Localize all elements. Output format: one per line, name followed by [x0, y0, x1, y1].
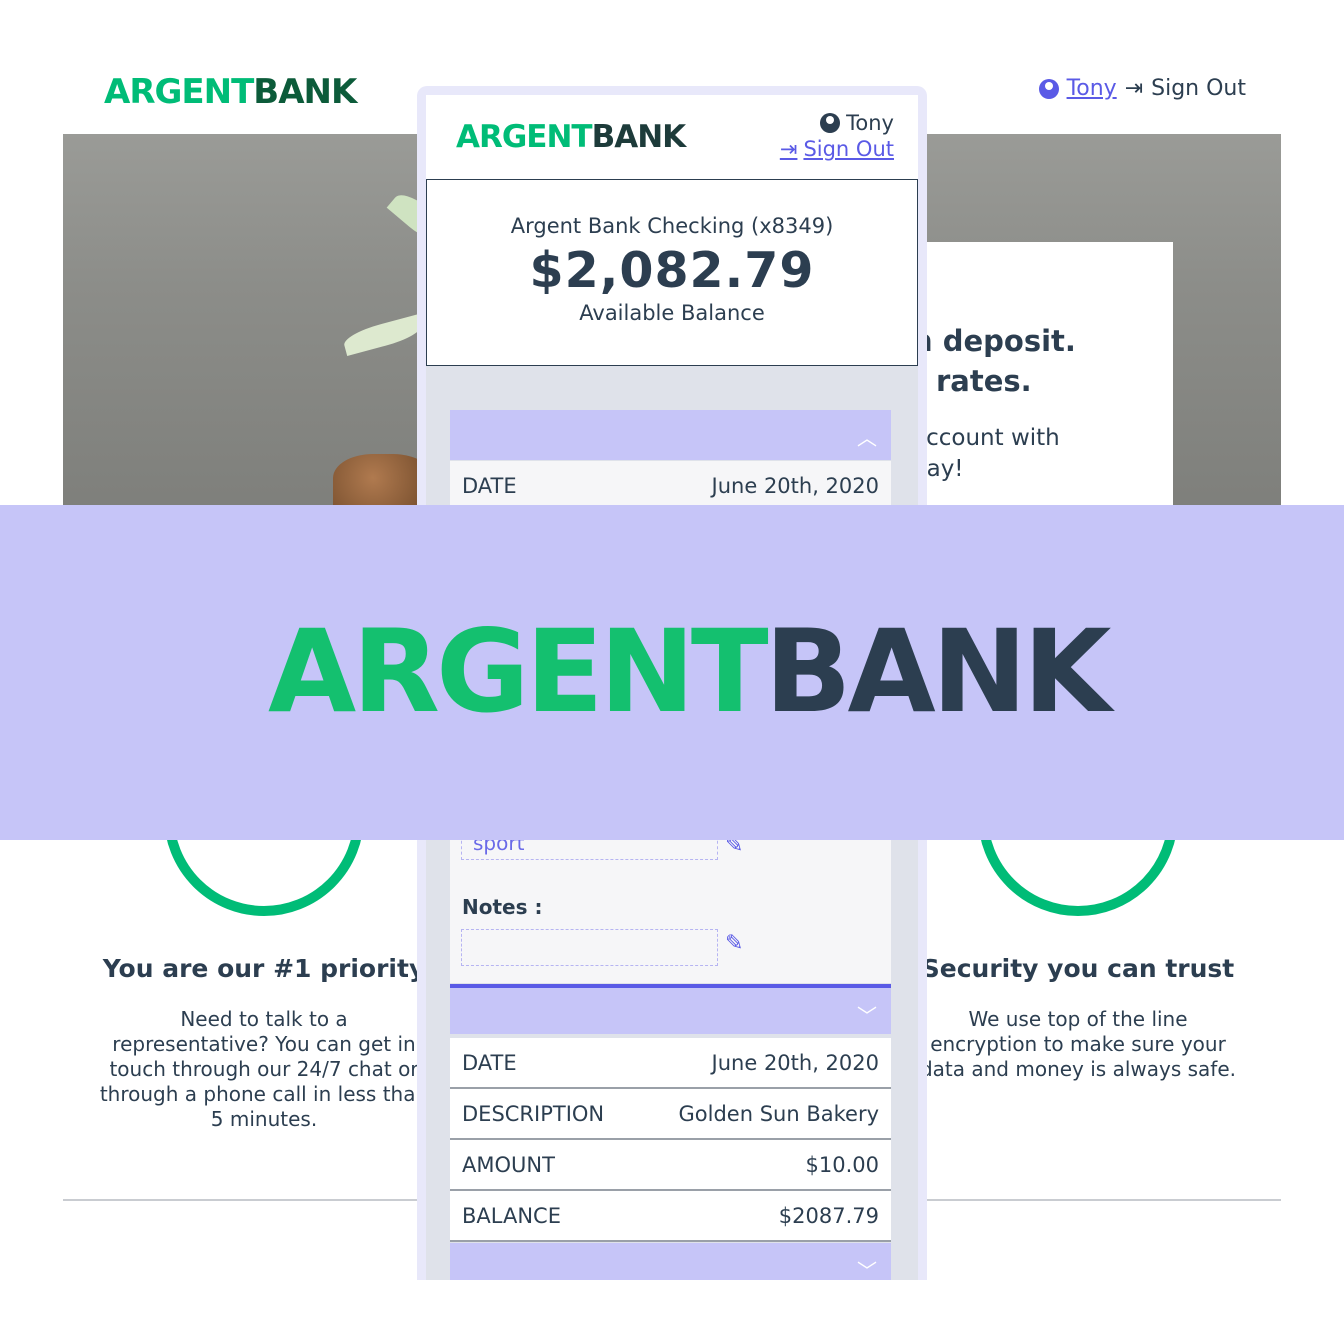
transaction-toggle[interactable]: ﹀	[450, 1243, 891, 1280]
row-value: Golden Sun Bakery	[678, 1102, 879, 1126]
row-label: DESCRIPTION	[462, 1102, 605, 1126]
logo-argent: ARGENT	[104, 72, 254, 112]
desktop-logo[interactable]: ARGENTBANK	[104, 72, 357, 112]
transaction-toggle[interactable]: ﹀	[450, 984, 891, 1034]
row-label: BALANCE	[462, 1204, 561, 1228]
notes-field[interactable]	[461, 929, 718, 966]
notes-label: Notes :	[462, 895, 543, 919]
row-value: June 20th, 2020	[711, 1051, 879, 1075]
sign-out-icon: ⇥	[1124, 76, 1144, 101]
table-row: BALANCE $2087.79	[450, 1191, 891, 1242]
plant-leaf-image	[341, 314, 425, 356]
mobile-header: ARGENTBANK Tony ⇥ Sign Out	[426, 95, 918, 179]
brand-banner: ARGENTBANK	[0, 505, 1344, 840]
logo-bank: BANK	[591, 119, 687, 155]
hero-text: account with	[912, 425, 1060, 451]
table-row: DESCRIPTION Golden Sun Bakery	[450, 1089, 891, 1140]
logo-argent: ARGENT	[268, 605, 769, 738]
desktop-sign-out-link[interactable]: Sign Out	[1151, 76, 1246, 101]
mobile-sign-out-link[interactable]: Sign Out	[803, 137, 894, 161]
user-circle-icon	[1038, 78, 1059, 99]
feature-text: Need to talk to a representative? You ca…	[99, 1007, 429, 1131]
row-value: $2087.79	[778, 1204, 879, 1228]
feature-text: We use top of the line encryption to mak…	[919, 1007, 1237, 1081]
logo-bank: BANK	[253, 72, 357, 112]
mobile-user-name[interactable]: Tony	[846, 111, 894, 135]
balance-label: Available Balance	[579, 301, 765, 325]
mobile-logo[interactable]: ARGENTBANK	[456, 119, 687, 155]
feature-title: You are our #1 priority	[102, 954, 426, 983]
row-label: AMOUNT	[462, 1153, 555, 1177]
row-label: DATE	[462, 474, 517, 498]
chevron-down-icon[interactable]: ﹀	[857, 1000, 877, 1029]
hero-subtitle: t rates.	[912, 364, 1032, 398]
feature-title: Security you can trust	[921, 954, 1235, 983]
transaction-toggle[interactable]: ︿	[450, 410, 891, 460]
table-row: AMOUNT $10.00	[450, 1140, 891, 1191]
logo-argent: ARGENT	[456, 119, 593, 155]
sign-out-icon: ⇥	[779, 137, 798, 161]
mobile-user-nav: Tony ⇥ Sign Out	[780, 111, 894, 161]
banner-logo: ARGENTBANK	[268, 605, 1112, 738]
row-label: DATE	[462, 1051, 517, 1075]
pencil-icon[interactable]: ✎	[725, 931, 743, 956]
account-title: Argent Bank Checking (x8349)	[510, 214, 834, 238]
account-summary: Argent Bank Checking (x8349) $2,082.79 A…	[426, 179, 918, 366]
hero-subtitle: n deposit.	[912, 324, 1076, 358]
row-value: June 20th, 2020	[711, 474, 879, 498]
chevron-up-icon[interactable]: ︿	[857, 422, 877, 451]
row-value: $10.00	[805, 1153, 879, 1177]
account-balance: $2,082.79	[529, 242, 815, 299]
user-circle-icon	[820, 113, 841, 133]
desktop-user-nav: Tony ⇥ Sign Out	[1038, 76, 1246, 101]
table-row: DATE June 20th, 2020	[450, 1038, 891, 1089]
desktop-user-link[interactable]: Tony	[1067, 76, 1117, 101]
chevron-down-icon[interactable]: ﹀	[857, 1255, 877, 1280]
logo-bank: BANK	[764, 605, 1112, 738]
